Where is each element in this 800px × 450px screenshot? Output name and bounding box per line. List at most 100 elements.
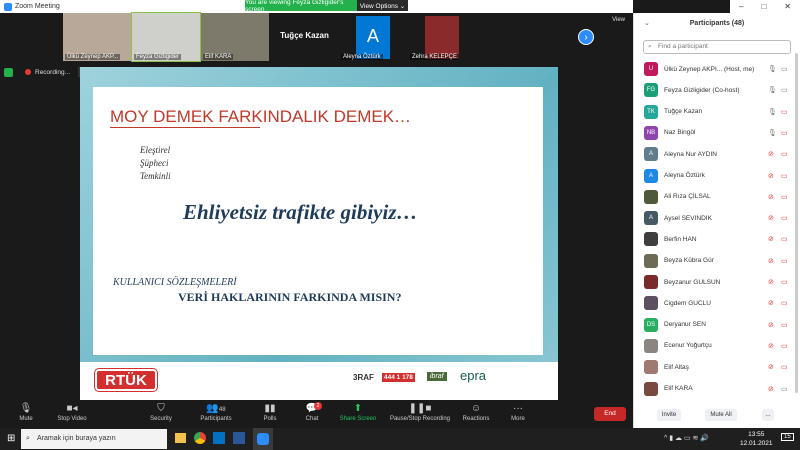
end-button[interactable]: End: [594, 407, 626, 421]
notification-center-icon[interactable]: 15: [781, 433, 794, 441]
thumb-name: Tuğçe Kazan: [280, 31, 329, 40]
participant-search-input[interactable]: ⌕ Find a participant: [643, 40, 791, 54]
security-button[interactable]: ⛉ Security: [144, 402, 178, 422]
avatar: [644, 189, 658, 204]
view-button[interactable]: View: [612, 17, 625, 23]
view-options-button[interactable]: View Options ⌄: [357, 0, 408, 11]
participant-name: Ali Rıza ÇİLSAL: [664, 193, 711, 201]
video-thumb[interactable]: Feyza Gizligider: [131, 12, 201, 62]
windows-start-icon[interactable]: ⊞: [7, 433, 15, 444]
more-button[interactable]: ...: [762, 409, 774, 421]
mic-muted-icon[interactable]: ⊘: [768, 172, 774, 180]
participant-row[interactable]: TK Tuğçe Kazan 🎙 ▭: [644, 103, 794, 121]
participant-row[interactable]: Berfin HAN ⊘ ▭: [644, 230, 794, 248]
participant-row[interactable]: Elif Altaş ⊘ ▭: [644, 358, 794, 376]
avatar: [644, 360, 658, 375]
date: 12.01.2021: [740, 440, 773, 447]
maximize-icon[interactable]: □: [761, 2, 766, 11]
participant-row[interactable]: Cigdem GUCLU ⊘ ▭: [644, 294, 794, 312]
zoom-taskbar-icon[interactable]: [253, 428, 273, 450]
participant-row[interactable]: Ali Rıza ÇİLSAL ⊘ ▭: [644, 188, 794, 206]
share-screen-button[interactable]: ⬆ Share Screen: [338, 402, 378, 422]
stop-video-button[interactable]: ■◂ Stop Video: [52, 402, 92, 422]
microphone-icon[interactable]: 🎙: [768, 86, 777, 94]
participant-row[interactable]: Ecenur Yoğurtçu ⊘ ▭: [644, 337, 794, 355]
file-explorer-icon[interactable]: [175, 433, 186, 443]
mic-muted-icon[interactable]: ⊘: [768, 257, 774, 265]
thumb-name: Feyza Gizligider: [134, 54, 182, 60]
zoom-logo-icon: [4, 2, 12, 11]
taskbar-search-input[interactable]: ⌕ Aramak için buraya yazın: [21, 429, 167, 449]
polls-button[interactable]: ▮▮ Polls: [258, 402, 282, 422]
participant-row[interactable]: FG Feyza Gizligider (Co-host) 🎙 ▭: [644, 81, 794, 99]
participants-button[interactable]: 👥48 Participants: [196, 402, 236, 422]
more-button[interactable]: ··· More: [506, 402, 530, 422]
avatar: NB: [644, 125, 658, 140]
participant-row[interactable]: Beyza Kübra Gür ⊘ ▭: [644, 252, 794, 270]
mic-muted-icon[interactable]: ⊘: [768, 235, 774, 243]
video-thumb[interactable]: A Aleyna Öztürk: [339, 13, 408, 61]
avatar: A: [356, 16, 390, 59]
pause-stop-recording-button[interactable]: ❚❚■ Pause/Stop Recording: [388, 402, 452, 422]
participant-row[interactable]: DS Deryanur SEN ⊘ ▭: [644, 316, 794, 334]
slide-list: Eleştirel Şüpheci Temkinli: [140, 144, 171, 183]
system-tray-icons[interactable]: ^ ▮ ☁ ▭ ≋ 🔊: [664, 434, 709, 442]
close-icon[interactable]: ✕: [784, 2, 791, 11]
invite-button[interactable]: Invite: [657, 409, 681, 421]
mic-muted-icon[interactable]: ⊘: [768, 363, 774, 371]
mute-button[interactable]: 🎙 Mute: [12, 402, 40, 422]
mic-muted-icon[interactable]: ⊘: [768, 342, 774, 350]
microphone-icon[interactable]: 🎙: [768, 129, 777, 137]
participant-name: Ülkü Zeynep AKPI... (Host, me): [664, 65, 755, 73]
video-thumb[interactable]: Zehra KELEPÇE: [408, 13, 477, 61]
shield-icon[interactable]: [4, 67, 13, 77]
microphone-icon[interactable]: 🎙: [768, 108, 777, 116]
mic-muted-icon[interactable]: ⊘: [768, 150, 774, 158]
chat-badge: 2: [314, 402, 322, 410]
avatar: [644, 275, 658, 289]
mic-muted-icon[interactable]: ⊘: [768, 385, 774, 393]
video-thumb[interactable]: Tuğçe Kazan: [270, 13, 339, 61]
slide-question: VERİ HAKLARININ FARKINDA MISIN?: [178, 290, 402, 304]
video-icon: ▭: [781, 87, 788, 95]
clock[interactable]: 13:55 12.01.2021: [740, 430, 773, 448]
share-screen-icon: ⬆: [353, 403, 363, 414]
mic-muted-icon[interactable]: ⊘: [768, 278, 774, 286]
record-icon: [25, 69, 31, 75]
stop-video-label: Stop Video: [57, 416, 87, 422]
shared-slide: MOY DEMEK FARKINDALIK DEMEK… Eleştirel Şü…: [80, 67, 558, 400]
search-icon: ⌕: [648, 43, 652, 50]
minimize-icon[interactable]: –: [739, 2, 743, 11]
mic-muted-icon[interactable]: ⊘: [768, 193, 774, 201]
3raf-logo: 3RAF: [353, 373, 374, 382]
mic-muted-icon[interactable]: ⊘: [768, 299, 774, 307]
participant-row[interactable]: U Ülkü Zeynep AKPI... (Host, me) 🎙 ▭: [644, 60, 794, 78]
reactions-button[interactable]: ☺ Reactions: [460, 402, 492, 422]
viewing-banner: You are viewing Feyza Gizligider's scree…: [245, 0, 357, 13]
next-page-button[interactable]: ›: [578, 29, 594, 45]
chrome-icon[interactable]: [194, 432, 206, 444]
mic-muted-icon[interactable]: ⊘: [768, 214, 774, 222]
participant-row[interactable]: Elif KARA ⊘ ▭: [644, 380, 794, 398]
scrollbar[interactable]: [795, 53, 798, 393]
microphone-icon[interactable]: 🎙: [768, 65, 777, 73]
video-thumb[interactable]: Ülkü Zeynep AKP...: [63, 13, 131, 61]
video-off-icon: ▭: [781, 108, 788, 116]
reactions-icon: ☺: [470, 403, 482, 414]
participant-row[interactable]: Beyzanur GULSUN ⊘ ▭: [644, 273, 794, 291]
participant-row[interactable]: A Aleyna Nur AYDIN ⊘ ▭: [644, 145, 794, 163]
participants-label: Participants: [200, 416, 232, 422]
video-off-icon: ▭: [781, 193, 788, 201]
video-thumb[interactable]: Elif KARA: [201, 13, 269, 61]
chat-button[interactable]: 💬 Chat 2: [300, 402, 324, 422]
participant-row[interactable]: A Aleyna Öztürk ⊘ ▭: [644, 167, 794, 185]
participant-row[interactable]: A Aysel SEVINDIK ⊘ ▭: [644, 209, 794, 227]
outlook-icon[interactable]: [213, 432, 225, 444]
mute-all-button[interactable]: Mute All: [705, 409, 737, 421]
participant-row[interactable]: NB Naz Bingöl 🎙 ▭: [644, 124, 794, 142]
mic-muted-icon[interactable]: ⊘: [768, 321, 774, 329]
window-controls: – □ ✕: [730, 0, 800, 13]
word-icon[interactable]: [233, 432, 245, 444]
participant-name: Cigdem GUCLU: [664, 299, 711, 307]
search-icon: ⌕: [26, 435, 30, 442]
